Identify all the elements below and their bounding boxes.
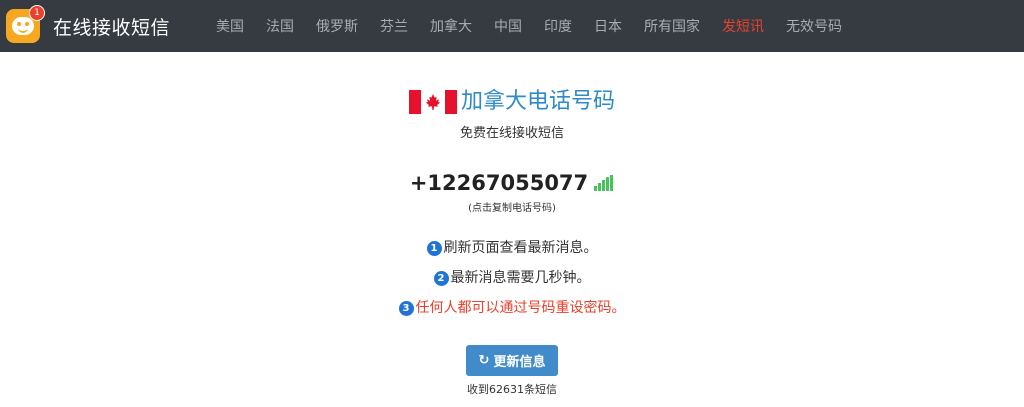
title-row: 加拿大电话号码	[0, 88, 1024, 116]
nav-link-usa[interactable]: 美国	[216, 16, 244, 36]
received-count: 收到62631条短信	[467, 383, 557, 396]
nav-link-india[interactable]: 印度	[544, 16, 572, 36]
tip-item-warning: 3 任何人都可以通过号码重设密码。	[0, 298, 1024, 318]
copy-hint: (点击复制电话号码)	[468, 203, 556, 214]
nav-link-russia[interactable]: 俄罗斯	[316, 16, 358, 36]
page-subtitle: 免费在线接收短信	[459, 126, 564, 141]
number-three-icon: 3	[398, 300, 414, 316]
nav-links: 美国 法国 俄罗斯 芬兰 加拿大 中国 印度 日本 所有国家 发短讯 无效号码	[216, 16, 864, 36]
nav-link-france[interactable]: 法国	[266, 16, 294, 36]
canada-flag-icon	[408, 90, 457, 114]
tip-item: 2 最新消息需要几秒钟。	[0, 268, 1024, 288]
brand-link[interactable]: 1 在线接收短信	[6, 5, 171, 43]
tip-text: 刷新页面查看最新消息。	[443, 240, 598, 256]
number-one-icon: 1	[426, 240, 442, 256]
nav-link-invalid-numbers[interactable]: 无效号码	[786, 16, 842, 36]
brand-title: 在线接收短信	[53, 16, 171, 39]
page-title: 加拿大电话号码	[460, 89, 615, 114]
refresh-icon: ↻	[478, 353, 490, 368]
phone-row: +12267055077	[0, 168, 1024, 198]
notification-badge: 1	[29, 5, 45, 21]
nav-link-send-sms[interactable]: 发短讯	[722, 16, 764, 36]
nav-link-china[interactable]: 中国	[494, 16, 522, 36]
phone-number[interactable]: +12267055077	[410, 171, 588, 195]
navbar: 1 在线接收短信 美国 法国 俄罗斯 芬兰 加拿大 中国 印度 日本 所有国家 …	[0, 0, 1024, 52]
nav-link-canada[interactable]: 加拿大	[430, 16, 472, 36]
number-two-icon: 2	[433, 270, 449, 286]
refresh-button[interactable]: ↻ 更新信息	[466, 345, 558, 376]
tips-list: 1 刷新页面查看最新消息。 2 最新消息需要几秒钟。 3 任何人都可以通过号码重…	[0, 238, 1024, 318]
nav-link-finland[interactable]: 芬兰	[380, 16, 408, 36]
refresh-button-label: 更新信息	[493, 355, 546, 370]
smiley-face-icon	[12, 17, 34, 35]
tip-text: 任何人都可以通过号码重设密码。	[415, 300, 626, 316]
tip-text: 最新消息需要几秒钟。	[450, 270, 591, 286]
signal-strength-icon	[594, 175, 614, 191]
tip-item: 1 刷新页面查看最新消息。	[0, 238, 1024, 258]
logo-icon: 1	[6, 5, 45, 43]
main-content: 加拿大电话号码 免费在线接收短信 +12267055077 (点击复制电话号码)…	[0, 52, 1024, 397]
nav-link-japan[interactable]: 日本	[594, 16, 622, 36]
nav-link-all-countries[interactable]: 所有国家	[644, 16, 700, 36]
